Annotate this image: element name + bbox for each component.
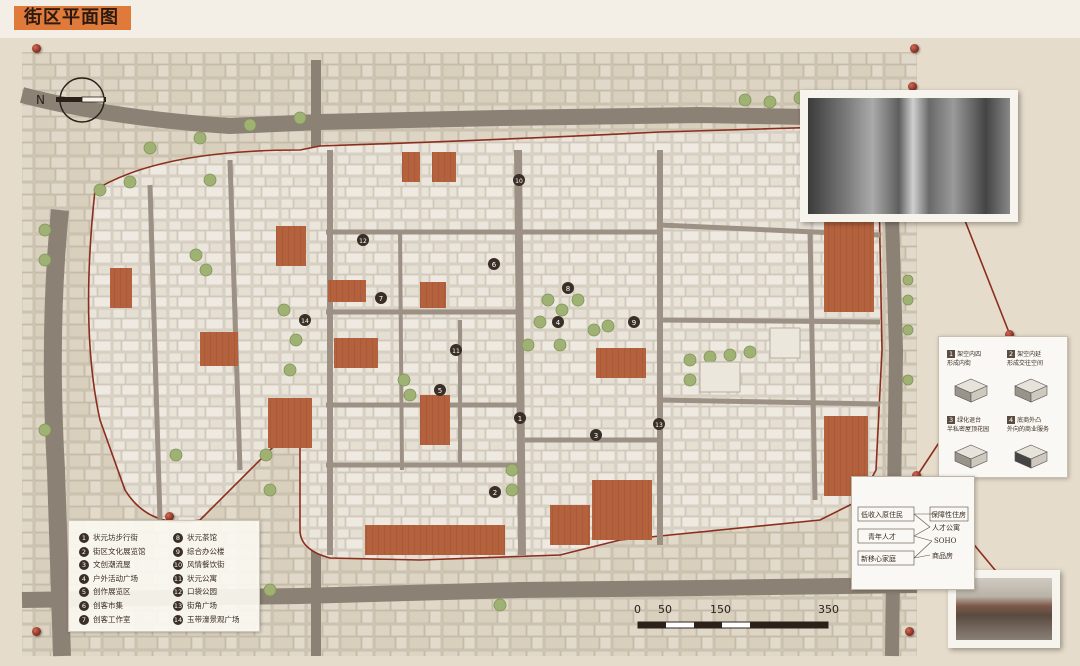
svg-text:9: 9 [632, 319, 636, 327]
svg-text:7: 7 [379, 295, 383, 303]
compass-label: N [36, 93, 45, 107]
svg-text:13: 13 [655, 422, 663, 429]
marker-10: 10 [513, 174, 525, 186]
marker-7: 7 [375, 292, 387, 304]
scale-bar [637, 621, 829, 629]
svg-text:8: 8 [566, 285, 570, 293]
svg-text:1: 1 [518, 415, 522, 423]
legend-item: 8 状元茶馆 [173, 531, 265, 545]
callout-housing-talent: 人才公寓 [932, 524, 960, 532]
diagram-cube-2 [1014, 378, 1048, 403]
pin-top-right [910, 44, 919, 53]
svg-text:3: 3 [594, 432, 598, 440]
marker-5: 5 [434, 384, 446, 396]
building-strategy-diagram: 1 架空内四 形成内街 2 架空内延 形成交往空间 3 绿化退台 半私密屋顶花园 4 … [938, 336, 1068, 478]
svg-text:4: 4 [556, 319, 561, 327]
legend-column-1: 1 状元坊步行街 2 街区文化展览馆 3 文创潮流屋 4 户外活动广场 5 创作展览区 6… [79, 531, 171, 626]
svg-text:6: 6 [492, 261, 497, 269]
scale-label-50: 50 [658, 603, 672, 616]
marker-14: 14 [299, 314, 311, 326]
pin-bottom-right [905, 627, 914, 636]
legend-item: 6 创客市集 [79, 599, 171, 613]
marker-13: 13 [653, 418, 665, 430]
street-photo [800, 90, 1018, 222]
marker-1: 1 [514, 412, 526, 424]
legend-item: 7 创客工作室 [79, 613, 171, 627]
map-legend: 1 状元坊步行街 2 街区文化展览馆 3 文创潮流屋 4 户外活动广场 5 创作展览区 6… [68, 520, 260, 632]
legend-column-2: 8 状元茶馆 9 综合办公楼 10 风情餐饮街 11 状元公寓 12 口袋公园 13 街角广… [173, 531, 265, 626]
svg-text:2: 2 [493, 489, 497, 497]
diagram-item-3: 3 绿化退台 半私密屋顶花园 [947, 416, 990, 433]
diagram-cube-1 [954, 378, 988, 403]
pin-top-left [32, 44, 41, 53]
housing-callout: 低收入原住民 青年人才 新移心家庭 保障性住房 人才公寓 SOHO 商品房 [851, 476, 975, 590]
legend-item: 9 综合办公楼 [173, 545, 265, 559]
callout-housing-soho: SOHO [934, 537, 957, 545]
marker-6: 6 [488, 258, 500, 270]
callout-housing-social: 保障性住房 [931, 511, 966, 519]
corner-plaza [699, 361, 741, 393]
svg-text:10: 10 [515, 178, 523, 185]
title-bar: 街区平面图 [0, 0, 1080, 38]
marker-11: 11 [450, 344, 462, 356]
diagram-item-2: 2 架空内延 形成交往空间 [1007, 350, 1044, 367]
scale-label-350: 350 [818, 603, 839, 616]
scale-label-150: 150 [710, 603, 731, 616]
legend-item: 10 风情餐饮街 [173, 560, 225, 571]
road-west [43, 209, 71, 657]
legend-item: 3 文创潮流屋 [79, 558, 171, 572]
legend-item: 2 街区文化展览馆 [79, 545, 171, 559]
svg-text:11: 11 [452, 348, 460, 355]
svg-text:14: 14 [301, 318, 309, 325]
legend-item: 12 口袋公园 [173, 587, 217, 598]
marker-9: 9 [628, 316, 640, 328]
legend-item: 1 状元坊步行街 [79, 531, 171, 545]
diagram-item-1: 1 架空内四 形成内街 [947, 350, 982, 367]
svg-text:5: 5 [438, 387, 442, 395]
diagram-cube-4 [1014, 444, 1048, 469]
legend-item: 11 状元公寓 [173, 573, 217, 584]
legend-item: 14 玉带濠景观广场 [173, 614, 240, 625]
callout-group-youth: 青年人才 [868, 533, 896, 541]
pin-bottom-left [32, 627, 41, 636]
svg-text:12: 12 [359, 238, 367, 245]
callout-housing-commercial: 商品房 [932, 552, 953, 560]
marker-4: 4 [552, 316, 564, 328]
scale-labels: 0 50 150 350 [630, 603, 840, 617]
legend-item: 13 街角广场 [173, 600, 217, 611]
callout-group-new-family: 新移心家庭 [861, 555, 896, 563]
diagram-cube-3 [954, 444, 988, 469]
legend-item: 4 户外活动广场 [79, 572, 171, 586]
scale-label-0: 0 [634, 603, 641, 616]
marker-12: 12 [357, 234, 369, 246]
callout-group-low-income: 低收入原住民 [861, 511, 903, 519]
diagram-item-4: 4 底商外凸 外向的商业服务 [1007, 416, 1050, 433]
marker-8: 8 [562, 282, 574, 294]
marker-3: 3 [590, 429, 602, 441]
marker-2: 2 [489, 486, 501, 498]
page-title: 街区平面图 [14, 6, 131, 30]
legend-item: 5 创作展览区 [79, 585, 171, 599]
